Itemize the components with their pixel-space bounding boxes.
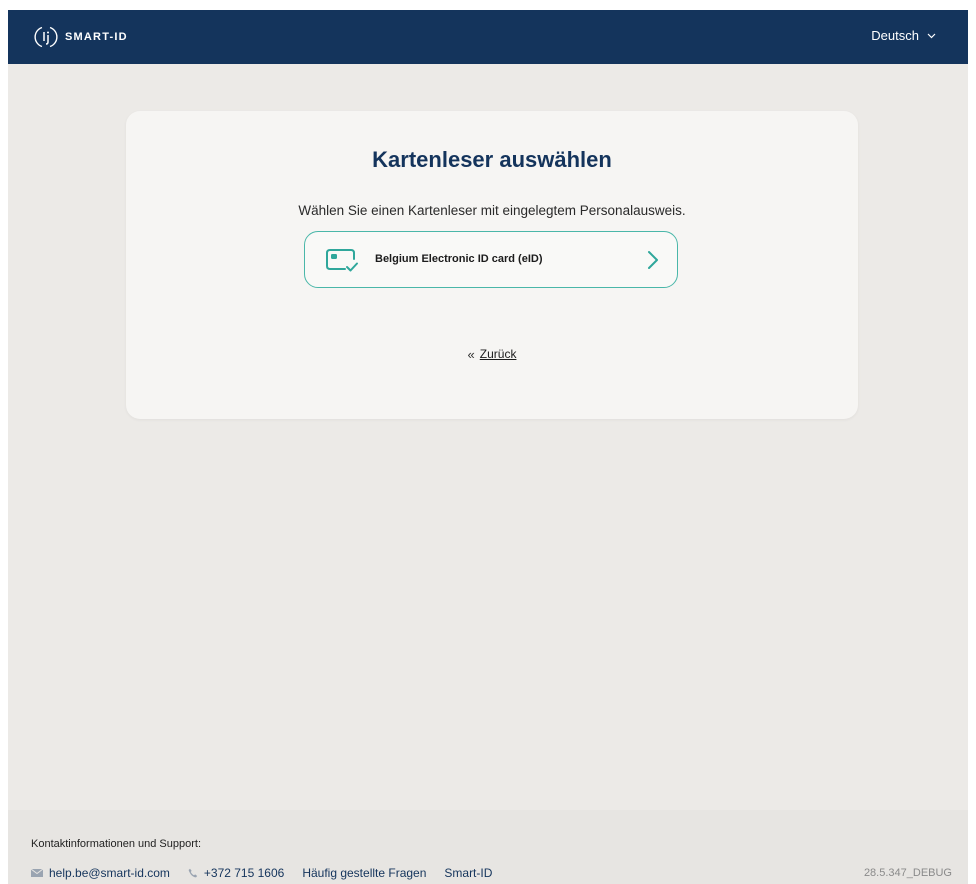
faq-link[interactable]: Häufig gestellte Fragen (302, 866, 426, 880)
phone-text: +372 715 1606 (203, 866, 285, 880)
smart-id-link[interactable]: Smart-ID (444, 866, 492, 880)
email-text: help.be@smart-id.com (49, 866, 170, 880)
back-label: Zurück (479, 347, 517, 361)
app-viewport: SMART-ID Deutsch Kartenleser auswählen W… (8, 10, 968, 884)
page-subtitle: Wählen Sie einen Kartenleser mit eingele… (298, 203, 686, 218)
reader-option-belgium-eid[interactable]: Belgium Electronic ID card (eID) (304, 231, 678, 288)
logo-text: SMART-ID (65, 31, 128, 43)
phone-icon (188, 868, 198, 878)
footer-heading: Kontaktinformationen und Support: (31, 838, 202, 850)
reader-label: Belgium Electronic ID card (eID) (375, 253, 543, 265)
language-label: Deutsch (871, 28, 919, 43)
smart-id-logo-icon (34, 26, 58, 48)
mail-icon (31, 869, 43, 877)
back-link-row: « Zurück (126, 347, 858, 362)
top-bar: SMART-ID Deutsch (8, 10, 968, 64)
smart-id-logo[interactable]: SMART-ID (33, 24, 128, 50)
back-link[interactable]: « Zurück (468, 347, 517, 361)
footer: Kontaktinformationen und Support: help.b… (8, 810, 968, 884)
double-chevron-left-icon: « (467, 346, 475, 362)
footer-links: help.be@smart-id.com +372 715 1606 Häufi… (31, 866, 492, 880)
email-link[interactable]: help.be@smart-id.com (31, 866, 170, 880)
chevron-right-icon (648, 251, 658, 269)
language-selector[interactable]: Deutsch (871, 28, 936, 43)
card-reader-panel: Kartenleser auswählen Wählen Sie einen K… (126, 111, 858, 419)
app-version: 28.5.347_DEBUG (863, 867, 952, 879)
chevron-down-icon (927, 33, 936, 38)
page-title: Kartenleser auswählen (372, 147, 612, 172)
phone-link[interactable]: +372 715 1606 (188, 866, 284, 880)
id-card-check-icon (326, 249, 358, 272)
